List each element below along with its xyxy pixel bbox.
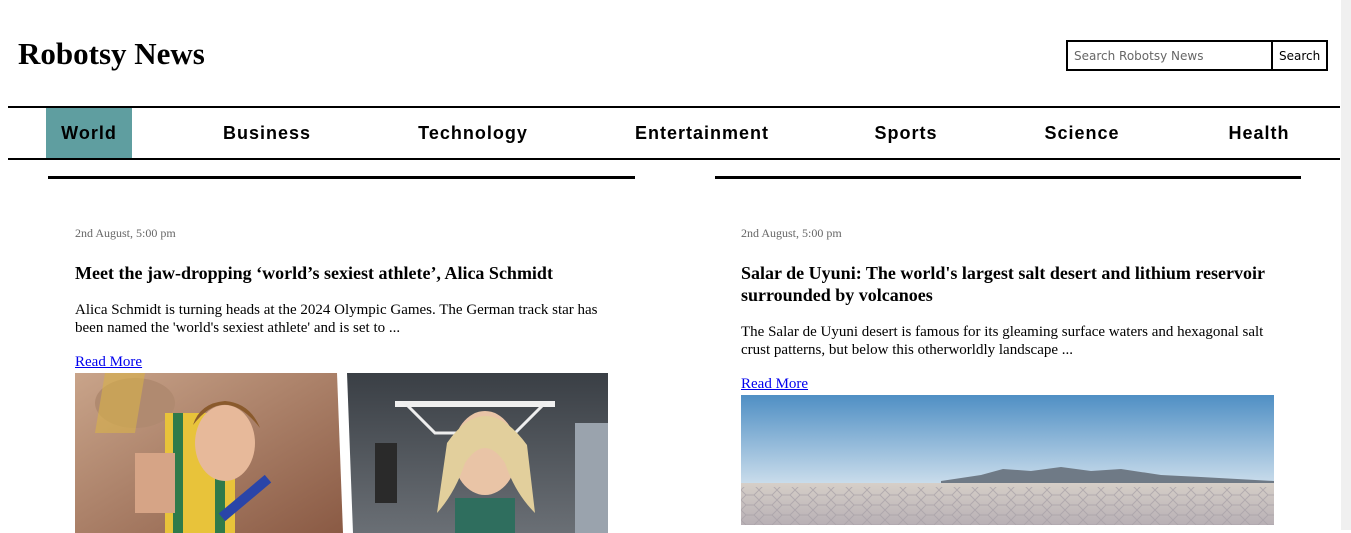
article-excerpt: Alica Schmidt is turning heads at the 20… bbox=[75, 302, 598, 336]
read-more-link[interactable]: Read More bbox=[741, 375, 808, 393]
site-title: Robotsy News bbox=[18, 36, 205, 71]
article-date: 2nd August, 5:00 pm bbox=[741, 226, 842, 240]
search-button[interactable]: Search bbox=[1273, 40, 1329, 71]
search-form: Search bbox=[1066, 40, 1329, 71]
article-excerpt: The Salar de Uyuni desert is famous for … bbox=[741, 324, 1264, 358]
nav-item-technology[interactable]: Technology bbox=[403, 108, 543, 158]
article-card: 2nd August, 5:00 pm Meet the jaw-droppin… bbox=[75, 214, 608, 533]
category-nav: World Business Technology Entertainment … bbox=[8, 106, 1340, 160]
nav-item-entertainment[interactable]: Entertainment bbox=[619, 108, 785, 158]
article-title[interactable]: Salar de Uyuni: The world's largest salt… bbox=[741, 262, 1274, 306]
article-image-salt-desert[interactable] bbox=[741, 395, 1274, 525]
article-card: 2nd August, 5:00 pm Salar de Uyuni: The … bbox=[741, 214, 1274, 525]
nav-item-world[interactable]: World bbox=[46, 108, 132, 158]
read-more-link[interactable]: Read More bbox=[75, 353, 142, 371]
article-divider bbox=[715, 176, 1301, 179]
article-image-athlete[interactable] bbox=[75, 373, 608, 533]
article-date: 2nd August, 5:00 pm bbox=[75, 226, 176, 240]
nav-item-health[interactable]: Health bbox=[1211, 108, 1307, 158]
scrollbar-track[interactable] bbox=[1341, 0, 1351, 530]
nav-item-science[interactable]: Science bbox=[1029, 108, 1135, 158]
article-title[interactable]: Meet the jaw-dropping ‘world’s sexiest a… bbox=[75, 262, 608, 284]
nav-item-sports[interactable]: Sports bbox=[860, 108, 952, 158]
nav-item-business[interactable]: Business bbox=[208, 108, 326, 158]
article-divider bbox=[48, 176, 635, 179]
search-input[interactable] bbox=[1066, 40, 1273, 71]
